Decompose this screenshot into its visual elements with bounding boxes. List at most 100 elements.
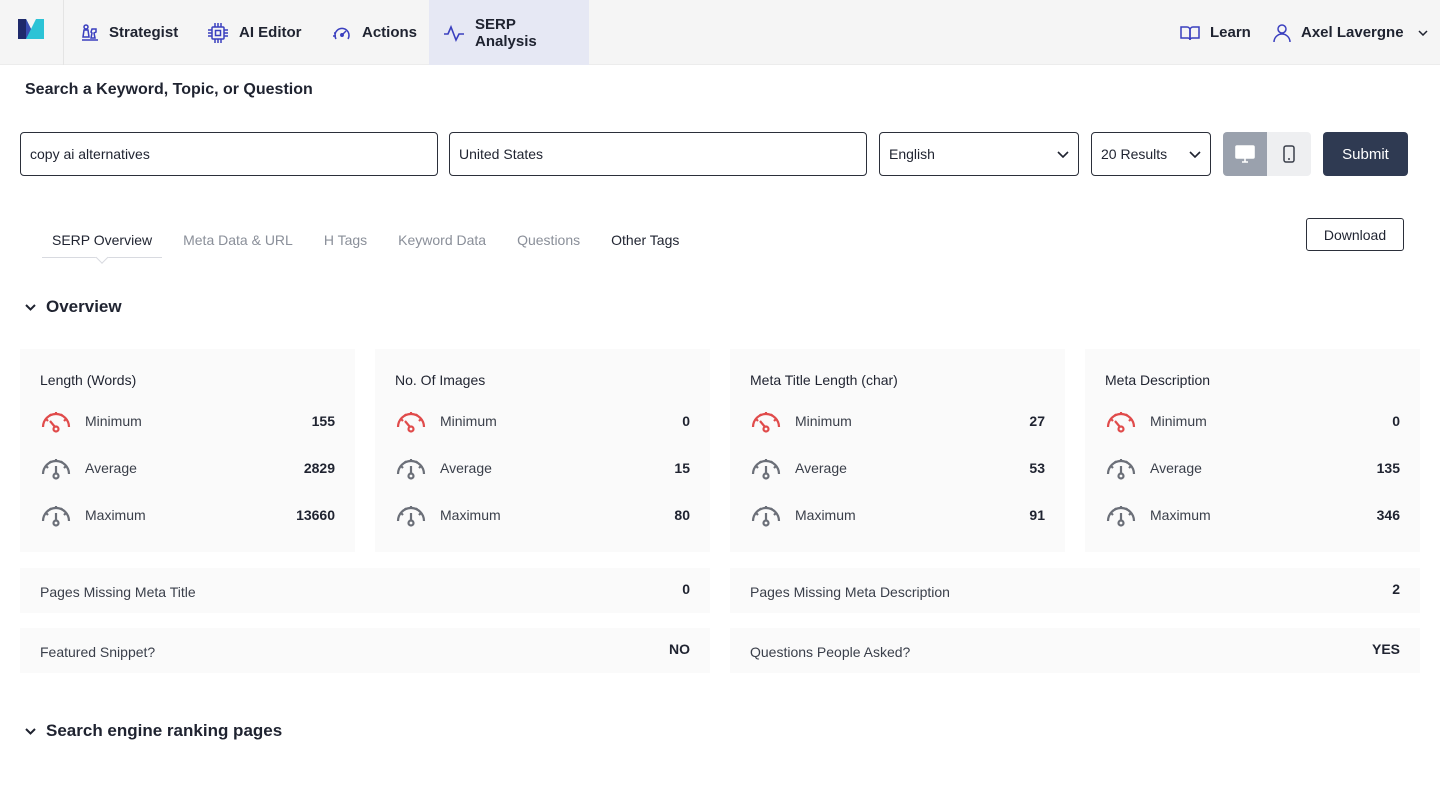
stat-value: 15 — [674, 460, 690, 476]
stat-label: Maximum — [795, 507, 856, 523]
pulse-icon — [444, 24, 464, 42]
results-select-value: 20 Results — [1101, 146, 1168, 162]
stat-value: 53 — [1029, 460, 1045, 476]
tab-serp-overview[interactable]: SERP Overview — [42, 222, 163, 258]
stat-card-images: No. Of Images Minimum 0 Average 15 Maxim… — [375, 349, 710, 552]
summary-label: Questions People Asked? — [750, 644, 911, 660]
nav-strategist[interactable]: Strategist — [65, 0, 192, 65]
desktop-icon — [1235, 145, 1255, 163]
summary-value: YES — [1371, 641, 1400, 657]
stat-label: Maximum — [85, 507, 146, 523]
summary-label: Featured Snippet? — [40, 644, 156, 660]
stat-value: 80 — [674, 507, 690, 523]
nav-serp-analysis[interactable]: SERP Analysis — [429, 0, 589, 65]
stat-row-minimum: Minimum 0 — [1105, 407, 1400, 435]
nav-ai-editor-label: AI Editor — [239, 24, 302, 41]
ranking-section-title: Search engine ranking pages — [46, 721, 283, 740]
stat-row-maximum: Maximum 346 — [1105, 501, 1400, 529]
nav-serp-analysis-label: SERP Analysis — [475, 15, 537, 50]
location-input[interactable] — [449, 132, 867, 176]
gauge-icon — [751, 506, 781, 527]
nav-actions[interactable]: Actions — [318, 0, 431, 65]
summary-label: Pages Missing Meta Description — [750, 584, 950, 600]
nav-learn[interactable]: Learn — [1172, 0, 1259, 65]
stat-value: 135 — [1376, 460, 1400, 476]
speed-icon — [333, 27, 350, 39]
device-toggle — [1223, 132, 1311, 176]
stat-value: 155 — [311, 413, 335, 429]
stat-value: 13660 — [296, 507, 335, 523]
stat-label: Average — [795, 460, 847, 476]
tab-h-tags[interactable]: H Tags — [314, 222, 377, 258]
stat-card-meta-description: Meta Description Minimum 0 Average 135 M… — [1085, 349, 1420, 552]
keyword-input[interactable] — [20, 132, 438, 176]
summary-value: 2 — [1392, 581, 1400, 597]
tab-keyword-data[interactable]: Keyword Data — [388, 222, 496, 258]
chevron-down-icon — [1189, 150, 1201, 158]
stat-label: Minimum — [440, 413, 497, 429]
top-nav: Strategist AI Editor Actions SERP Analys… — [0, 0, 1440, 65]
stat-label: Minimum — [85, 413, 142, 429]
stat-row-maximum: Maximum 13660 — [40, 501, 335, 529]
user-icon — [1273, 23, 1291, 42]
user-menu[interactable]: Axel Lavergne — [1265, 0, 1436, 65]
stat-row-maximum: Maximum 91 — [750, 501, 1045, 529]
gauge-min-icon — [41, 412, 71, 433]
stat-value: 346 — [1376, 507, 1400, 523]
language-select[interactable]: English — [879, 132, 1079, 176]
chevron-down-icon — [25, 727, 36, 735]
mobile-icon — [1283, 145, 1295, 163]
gauge-icon — [41, 506, 71, 527]
overview-section-toggle[interactable]: Overview — [25, 297, 122, 317]
search-heading: Search a Keyword, Topic, or Question — [25, 81, 313, 98]
submit-button[interactable]: Submit — [1323, 132, 1408, 176]
chip-icon — [208, 22, 228, 43]
desktop-toggle-button[interactable] — [1223, 132, 1267, 176]
nav-actions-label: Actions — [362, 24, 418, 41]
stat-row-maximum: Maximum 80 — [395, 501, 690, 529]
download-button[interactable]: Download — [1306, 218, 1404, 251]
summary-label: Pages Missing Meta Title — [40, 584, 196, 600]
user-name: Axel Lavergne — [1301, 24, 1404, 41]
gauge-min-icon — [751, 412, 781, 433]
ranking-section-toggle[interactable]: Search engine ranking pages — [25, 721, 282, 741]
summary-featured-snippet: Featured Snippet? NO — [20, 628, 710, 673]
nav-learn-label: Learn — [1210, 24, 1251, 41]
stat-value: 0 — [682, 413, 690, 429]
summary-value: 0 — [682, 581, 690, 597]
results-select[interactable]: 20 Results — [1091, 132, 1211, 176]
stat-row-average: Average 2829 — [40, 454, 335, 482]
card-title: No. Of Images — [395, 372, 486, 388]
stat-card-length-words: Length (Words) Minimum 155 Average 2829 … — [20, 349, 355, 552]
stat-label: Minimum — [1150, 413, 1207, 429]
gauge-icon — [396, 459, 426, 480]
nav-strategist-label: Strategist — [109, 24, 179, 41]
tab-meta-data-url[interactable]: Meta Data & URL — [173, 222, 303, 258]
stat-label: Average — [85, 460, 137, 476]
summary-questions-people-asked: Questions People Asked? YES — [730, 628, 1420, 673]
tab-questions[interactable]: Questions — [507, 222, 590, 258]
nav-ai-editor[interactable]: AI Editor — [193, 0, 316, 65]
tab-other-tags[interactable]: Other Tags — [601, 222, 689, 258]
summary-value: NO — [669, 641, 690, 657]
serp-tabs: SERP Overview Meta Data & URL H Tags Key… — [42, 222, 700, 259]
book-icon — [1180, 25, 1200, 40]
overview-title: Overview — [46, 297, 122, 316]
summary-pages-missing-meta-description: Pages Missing Meta Description 2 — [730, 568, 1420, 613]
card-title: Meta Description — [1105, 372, 1211, 388]
chevron-down-icon — [1418, 29, 1428, 36]
gauge-icon — [1106, 506, 1136, 527]
stat-value: 0 — [1392, 413, 1400, 429]
gauge-icon — [1106, 459, 1136, 480]
stat-row-minimum: Minimum 155 — [40, 407, 335, 435]
stat-row-average: Average 135 — [1105, 454, 1400, 482]
card-title: Length (Words) — [40, 372, 137, 388]
stat-label: Average — [440, 460, 492, 476]
gauge-icon — [396, 506, 426, 527]
gauge-icon — [41, 459, 71, 480]
stat-label: Maximum — [1150, 507, 1211, 523]
summary-pages-missing-meta-title: Pages Missing Meta Title 0 — [20, 568, 710, 613]
chevron-down-icon — [1057, 150, 1069, 158]
mobile-toggle-button[interactable] — [1267, 132, 1311, 176]
app-logo[interactable] — [0, 0, 64, 65]
